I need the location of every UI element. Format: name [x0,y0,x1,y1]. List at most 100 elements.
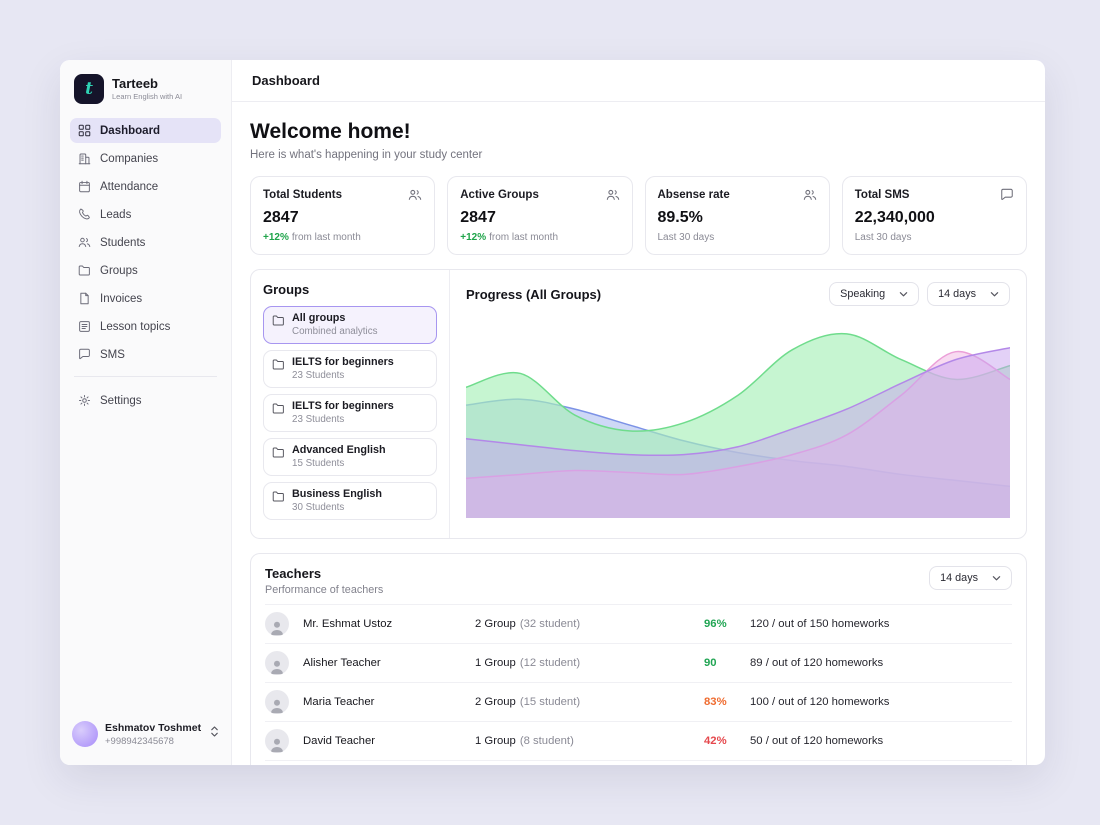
sidebar-item-students[interactable]: Students [70,230,221,255]
sidebar-item-label: Groups [100,264,138,277]
progress-panel: Progress (All Groups) Speaking 14 days [450,270,1026,538]
progress-area-chart [466,332,1010,518]
stat-note: +12% from last month [263,232,361,243]
metric-select[interactable]: Speaking [829,282,920,306]
folder-icon [272,491,284,502]
folder-icon [272,359,284,370]
sidebar-item-label: Companies [100,152,159,165]
avatar [72,721,98,747]
sidebar-item-dashboard[interactable]: Dashboard [70,118,221,143]
sidebar-item-attendance[interactable]: Attendance [70,174,221,199]
sidebar-item-companies[interactable]: Companies [70,146,221,171]
teacher-group: 2 Group (15 student) [475,696,581,708]
app-window: t Tarteeb Learn English with AI Dashboar… [60,60,1045,765]
progress-title: Progress (All Groups) [466,286,602,302]
stat-value: 89.5% [657,209,703,226]
teachers-title: Teachers [265,566,322,581]
teachers-subtitle: Performance of teachers [265,584,384,596]
group-item-all-groups[interactable]: All groups Combined analytics [263,306,437,344]
user-name: Eshmatov Toshmet [105,721,202,734]
sidebar-item-label: Settings [100,394,142,407]
stat-value: 22,340,000 [854,209,935,226]
folder-icon [78,265,90,276]
range-select[interactable]: 14 days [927,282,1010,306]
teacher-percent: 90 [704,657,717,669]
stat-card-active-groups: Active Groups 2847 +12% from last month [447,176,633,255]
stat-label: Total Students [263,189,343,201]
chevron-up-down-icon [210,725,219,743]
building-icon [78,153,91,165]
teacher-percent: 42% [704,735,727,747]
avatar [265,612,289,636]
teacher-homework: 89 / out of 120 homeworks [750,657,884,669]
calendar-icon [79,180,90,193]
group-item-business-english[interactable]: Business English 30 Students [263,482,437,520]
stat-note: +12% from last month [460,232,559,243]
progress-chart-container [466,320,1010,518]
welcome-subtitle: Here is what's happening in your study c… [250,149,483,161]
groups-title: Groups [263,282,310,297]
sidebar-item-label: Invoices [100,292,143,305]
teacher-group: 2 Group (32 student) [475,618,581,630]
teachers-range-select[interactable]: 14 days [929,566,1012,590]
teacher-homework: 100 / out of 120 homeworks [750,696,890,708]
sidebar: t Tarteeb Learn English with AI Dashboar… [60,60,232,765]
sidebar-item-label: Lesson topics [100,320,171,333]
stat-card-total-students: Total Students 2847 +12% from last month [250,176,436,255]
sidebar-item-label: Leads [100,208,132,221]
stat-card-total-sms: Total SMS 22,340,000 Last 30 days [841,176,1027,255]
analytics-card: Groups All groups Combined analytics IEL… [250,269,1027,539]
sidebar-item-label: Students [100,236,146,249]
stat-note: Last 30 days [854,232,912,243]
sidebar-item-leads[interactable]: Leads [70,202,221,227]
lesson-list-icon [79,321,90,332]
stats-row: Total Students 2847 +12% from last month … [250,176,1027,255]
sidebar-item-label: Attendance [100,180,159,193]
main-area: Dashboard Welcome home! Here is what's h… [232,60,1045,765]
avatar [265,651,289,675]
users-icon [78,237,91,248]
users-icon [803,189,816,200]
sidebar-item-settings[interactable]: Settings [70,388,221,413]
teacher-name: Mr. Eshmat Ustoz [303,618,393,630]
content: Welcome home! Here is what's happening i… [232,102,1045,765]
sidebar-item-sms[interactable]: SMS [70,342,221,367]
avatar [265,690,289,714]
chevron-down-icon [899,291,908,296]
page-title: Dashboard [252,73,320,88]
teacher-percent: 83% [704,696,727,708]
teacher-name: Alisher Teacher [303,657,381,669]
teacher-name: David Teacher [303,735,376,747]
sidebar-item-groups[interactable]: Groups [70,258,221,283]
folder-icon [272,447,284,458]
avatar [265,729,289,753]
teacher-group: 1 Group (12 student) [475,657,581,669]
sidebar-nav: Dashboard Companies Attendance Leads Stu… [70,118,221,416]
group-item-ielts-1[interactable]: IELTS for beginners 23 Students [263,350,437,388]
user-phone: +998942345678 [105,735,174,747]
table-row: Ravi Teacher 1 Group(13 student) 79% 95 … [265,760,1012,765]
group-item-advanced-english[interactable]: Advanced English 15 Students [263,438,437,476]
file-icon [80,292,89,305]
chat-icon [1001,188,1013,200]
sidebar-item-label: Dashboard [100,124,161,137]
teacher-name: Maria Teacher [303,696,375,708]
sidebar-item-invoices[interactable]: Invoices [70,286,221,311]
teacher-homework: 120 / out of 150 homeworks [750,618,890,630]
stat-label: Absense rate [657,189,730,201]
stat-note: Last 30 days [657,232,715,243]
phone-icon [79,208,90,220]
table-row: David Teacher 1 Group (8 student) 42% 50 … [265,721,1012,760]
user-switcher[interactable]: Eshmatov Toshmet +998942345678 [70,717,221,751]
teacher-group: 1 Group (8 student) [475,735,574,747]
table-row: Maria Teacher 2 Group (15 student) 83% 10… [265,682,1012,721]
sidebar-item-lesson-topics[interactable]: Lesson topics [70,314,221,339]
teachers-card: Teachers Performance of teachers 14 days… [250,553,1027,765]
welcome-title: Welcome home! [250,120,411,143]
sidebar-item-label: SMS [100,348,125,361]
brand-logo-icon: t [74,74,104,104]
topbar: Dashboard [232,60,1045,102]
group-item-ielts-2[interactable]: IELTS for beginners 23 Students [263,394,437,432]
groups-panel: Groups All groups Combined analytics IEL… [251,270,450,538]
users-icon [409,189,422,200]
